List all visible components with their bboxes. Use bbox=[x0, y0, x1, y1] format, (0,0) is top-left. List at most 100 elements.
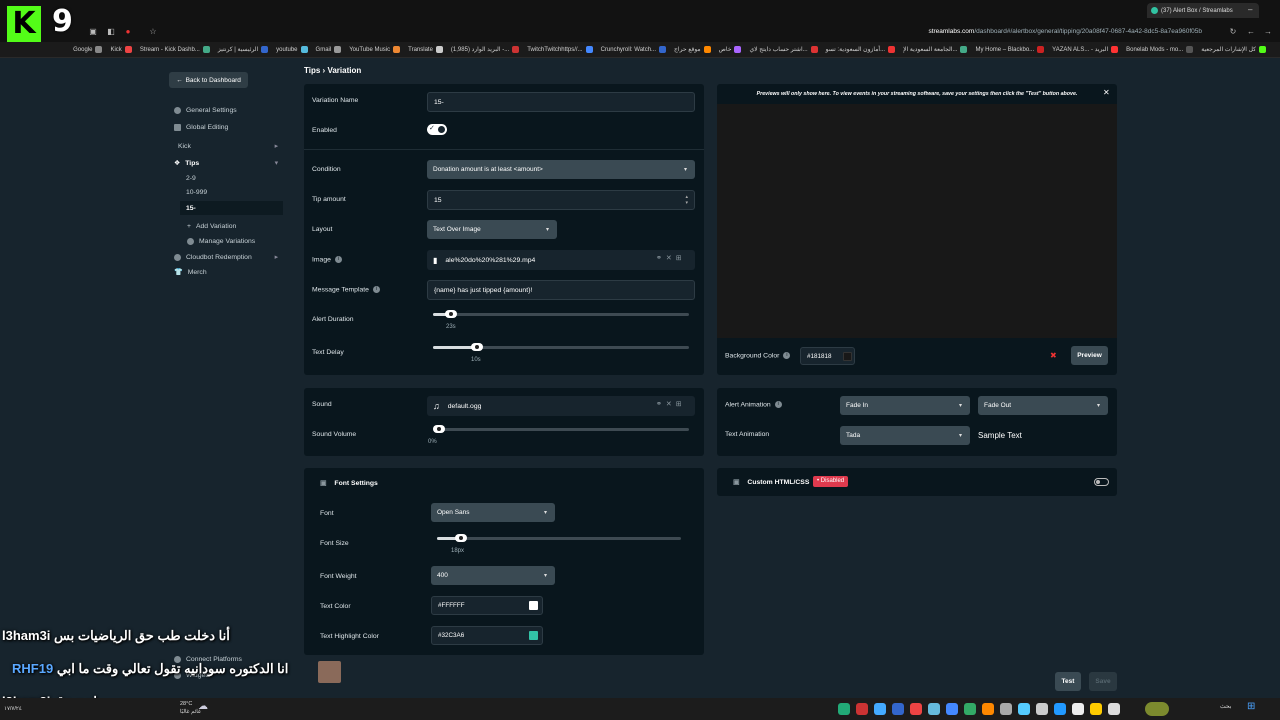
sound-volume-slider[interactable] bbox=[433, 425, 689, 433]
record-icon[interactable]: ● bbox=[123, 27, 133, 37]
taskbar-app-icon[interactable] bbox=[910, 703, 922, 715]
font-select[interactable]: Open Sans ▾ bbox=[431, 503, 555, 522]
link-icon[interactable]: ⚭ bbox=[656, 255, 666, 262]
windows-start-icon[interactable]: ⊞ bbox=[1247, 701, 1255, 712]
taskbar-app-icon[interactable] bbox=[928, 703, 940, 715]
close-icon[interactable]: ✕ bbox=[1103, 88, 1110, 97]
alert-animation-in-select[interactable]: Fade In ▾ bbox=[840, 396, 970, 415]
sidebar-item-add-variation[interactable]: + Add Variation bbox=[187, 223, 236, 230]
gallery-icon[interactable]: ⊞ bbox=[676, 255, 686, 262]
link-icon[interactable]: ⚭ bbox=[656, 401, 666, 408]
taskbar-app-icon[interactable] bbox=[1000, 703, 1012, 715]
message-template-input[interactable]: {name} has just tipped {amount}! bbox=[427, 280, 695, 300]
tip-amount-input[interactable]: 15 ▴ ▾ bbox=[427, 190, 695, 210]
bookmark-item[interactable]: YAZAN ALS... - البريد bbox=[1052, 46, 1119, 53]
image-file-field[interactable]: ▮ ale%20do%20%281%29.mp4 bbox=[427, 250, 695, 270]
bookmark-item[interactable]: موقع حراج bbox=[674, 46, 711, 53]
taskbar-app-icon[interactable] bbox=[1018, 703, 1030, 715]
enabled-toggle[interactable]: ✓ bbox=[427, 124, 447, 135]
bookmark-item[interactable]: البريد الوارد (1,985) -... bbox=[451, 46, 520, 53]
sidebar-item-general-settings[interactable]: General Settings bbox=[174, 107, 237, 114]
taskbar-app-icon[interactable] bbox=[1036, 703, 1048, 715]
sidebar-item-kick[interactable]: Kick ▸ bbox=[178, 142, 278, 151]
slider-knob[interactable] bbox=[471, 343, 483, 351]
taskbar-app-icon[interactable] bbox=[946, 703, 958, 715]
browser-tab[interactable]: (37) Alert Box / Streamlabs bbox=[1147, 3, 1259, 18]
bookmark-item[interactable]: الرئيسية | كرنتيز bbox=[218, 46, 269, 53]
bookmark-item[interactable]: الجامعة السعودية الإ... bbox=[903, 46, 968, 53]
custom-html-toggle[interactable] bbox=[1094, 478, 1109, 486]
font-settings-header[interactable]: ▣ Font Settings bbox=[320, 479, 378, 488]
info-icon[interactable]: i bbox=[783, 352, 791, 359]
bookmark-item[interactable]: اشتر حساب دايتج لاي... bbox=[749, 46, 818, 53]
reload-icon[interactable]: ↻ bbox=[1228, 27, 1238, 37]
back-arrow-icon[interactable]: ← bbox=[1246, 27, 1256, 37]
alert-duration-slider[interactable] bbox=[433, 310, 689, 318]
sidebar-item-variation-2-9[interactable]: 2-9 bbox=[186, 175, 196, 182]
mute-icon[interactable]: ✖ bbox=[1050, 351, 1057, 360]
text-delay-slider[interactable] bbox=[433, 343, 689, 351]
sidebar-item-manage-variations[interactable]: Manage Variations bbox=[187, 238, 255, 245]
sidebar-item-variation-15[interactable]: 15- bbox=[180, 201, 283, 215]
close-icon[interactable]: ✕ bbox=[666, 401, 676, 408]
font-size-slider[interactable] bbox=[437, 534, 681, 542]
forward-arrow-icon[interactable]: → bbox=[1263, 27, 1273, 37]
variation-name-input[interactable]: 15- bbox=[427, 92, 695, 112]
taskbar-app-icon[interactable] bbox=[1090, 703, 1102, 715]
bookmark-item[interactable]: My Home – Blackbo... bbox=[975, 46, 1045, 53]
bookmark-item[interactable]: TwitchTwitchhttps//... bbox=[527, 46, 593, 53]
text-highlight-color-input[interactable]: #32C3A6 bbox=[431, 626, 543, 645]
save-button[interactable]: Save bbox=[1089, 672, 1117, 691]
taskbar-search[interactable]: بحث bbox=[1220, 703, 1231, 710]
bookmark-item[interactable]: أمازون السعودية: تسو... bbox=[826, 46, 896, 53]
address-bar[interactable]: streamlabs.com/dashboard#/alertbox/gener… bbox=[860, 25, 1202, 38]
sidebar-item-tips[interactable]: ❖ Tips ▾ bbox=[174, 159, 278, 168]
font-weight-select[interactable]: 400 ▾ bbox=[431, 566, 555, 585]
bookmark-item[interactable]: Bonelab Mods - mo... bbox=[1126, 46, 1194, 53]
alert-animation-out-select[interactable]: Fade Out ▾ bbox=[978, 396, 1108, 415]
bookmark-item[interactable]: Google bbox=[73, 46, 103, 53]
bookmark-item[interactable]: Gmail bbox=[316, 46, 342, 53]
taskbar-app-icon[interactable] bbox=[1072, 703, 1084, 715]
slider-knob[interactable] bbox=[455, 534, 467, 542]
taskbar-app-icon[interactable] bbox=[838, 703, 850, 715]
bookmark-item[interactable]: YouTube Music bbox=[349, 46, 401, 53]
text-color-swatch[interactable] bbox=[529, 601, 538, 610]
sidebar-item-merch[interactable]: 👕 Merch bbox=[174, 268, 207, 277]
sidebar-item-global-editing[interactable]: Global Editing bbox=[174, 124, 228, 131]
sidebar-item-variation-10-999[interactable]: 10-999 bbox=[186, 189, 207, 196]
taskbar-app-icon[interactable] bbox=[892, 703, 904, 715]
taskbar-app-icon[interactable] bbox=[1054, 703, 1066, 715]
slider-knob[interactable] bbox=[445, 310, 457, 318]
slider-knob[interactable] bbox=[433, 425, 445, 433]
bookmark-item[interactable]: Kick bbox=[110, 46, 132, 53]
copilot-icon[interactable] bbox=[1145, 702, 1169, 716]
text-animation-select[interactable]: Tada ▾ bbox=[840, 426, 970, 445]
bookmark-item[interactable]: كل الإشارات المرجعية bbox=[1201, 46, 1266, 53]
extension-icon[interactable]: ◧ bbox=[106, 27, 116, 37]
tab-actions-icon[interactable]: ▣ bbox=[88, 27, 98, 37]
text-highlight-color-swatch[interactable] bbox=[529, 631, 538, 640]
breadcrumb-parent[interactable]: Tips bbox=[304, 66, 320, 75]
sidebar-item-cloudbot-redemption[interactable]: Cloudbot Redemption ▸ bbox=[174, 253, 278, 261]
bookmark-item[interactable]: youtube bbox=[276, 46, 308, 53]
back-to-dashboard-button[interactable]: ← Back to Dashboard bbox=[169, 72, 248, 88]
info-icon[interactable]: i bbox=[372, 286, 380, 293]
bookmark-item[interactable]: خاص bbox=[719, 46, 742, 53]
bookmark-item[interactable]: Stream - Kick Dashb... bbox=[140, 46, 210, 53]
info-icon[interactable]: i bbox=[774, 401, 782, 408]
bookmark-item[interactable]: Crunchyroll: Watch... bbox=[601, 46, 667, 53]
star-icon[interactable]: ☆ bbox=[148, 27, 158, 37]
stepper-icon[interactable]: ▴ ▾ bbox=[685, 194, 688, 206]
test-button[interactable]: Test bbox=[1055, 672, 1081, 691]
sound-file-field[interactable]: ♫ default.ogg bbox=[427, 396, 695, 416]
custom-html-header[interactable]: ▣ Custom HTML/CSS bbox=[733, 478, 809, 487]
close-icon[interactable]: ✕ bbox=[666, 255, 676, 262]
taskbar-app-icon[interactable] bbox=[1108, 703, 1120, 715]
gallery-icon[interactable]: ⊞ bbox=[676, 401, 686, 408]
layout-select[interactable]: Text Over Image ▾ bbox=[427, 220, 557, 239]
taskbar-app-icon[interactable] bbox=[964, 703, 976, 715]
preview-button[interactable]: Preview bbox=[1071, 346, 1108, 365]
bookmark-item[interactable]: Translate bbox=[408, 46, 443, 53]
minimize-icon[interactable]: – bbox=[1248, 5, 1252, 14]
